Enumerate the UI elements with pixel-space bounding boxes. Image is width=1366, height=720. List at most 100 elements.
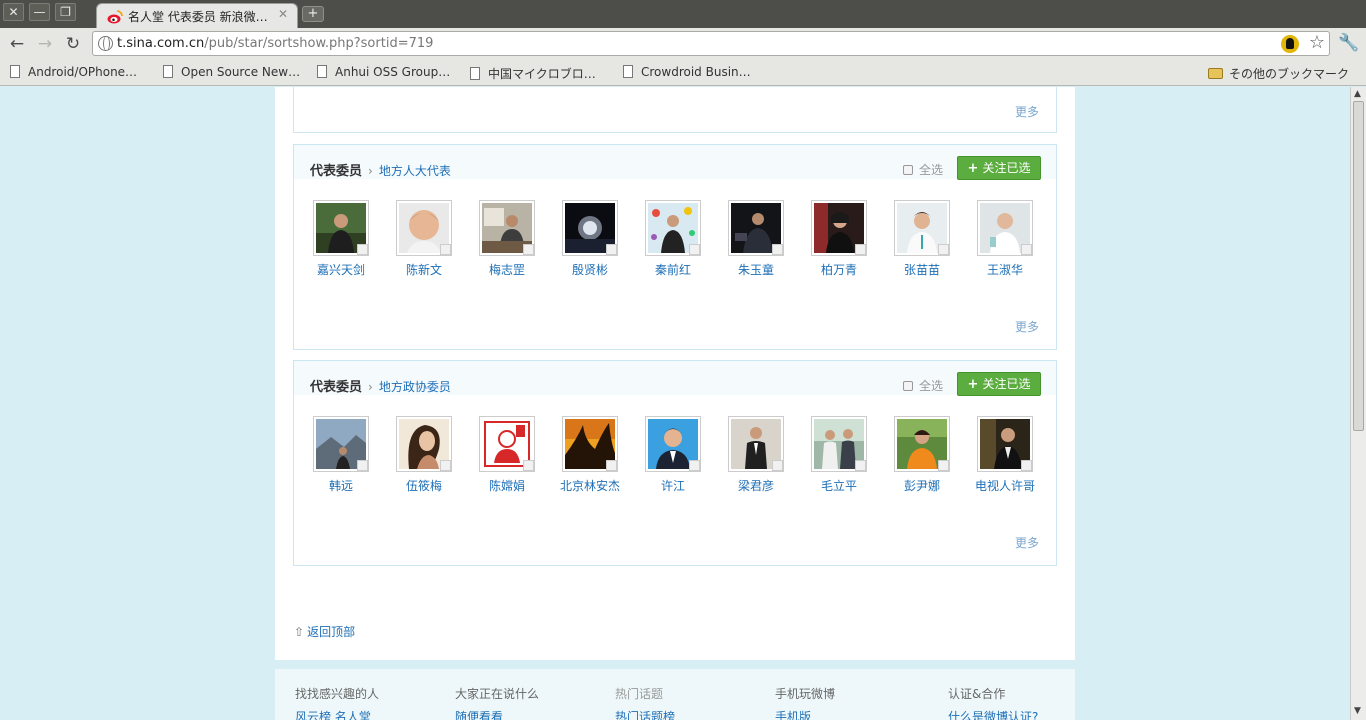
scroll-down-icon[interactable]: ▼ bbox=[1354, 706, 1361, 716]
avatar[interactable] bbox=[894, 416, 950, 472]
select-all-checkbox[interactable]: 全选 bbox=[903, 161, 943, 178]
avatar[interactable] bbox=[313, 200, 369, 256]
user-name-link[interactable]: 柏万青 bbox=[799, 261, 879, 278]
user-name-link[interactable]: 朱玉童 bbox=[716, 261, 796, 278]
user-name-link[interactable]: 梁君彦 bbox=[716, 477, 796, 494]
user-name-link[interactable]: 彭尹娜 bbox=[882, 477, 962, 494]
user-name-link[interactable]: 张苗苗 bbox=[882, 261, 962, 278]
user-name-link[interactable]: 北京林安杰 bbox=[550, 477, 630, 494]
user-name-link[interactable]: 嘉兴天剑 bbox=[301, 261, 381, 278]
avatar[interactable] bbox=[479, 416, 535, 472]
user-card[interactable]: 殷贤彬 bbox=[550, 200, 630, 278]
avatar[interactable] bbox=[977, 416, 1033, 472]
more-link[interactable]: 更多 bbox=[1015, 318, 1039, 335]
select-checkbox[interactable] bbox=[1021, 244, 1032, 255]
vertical-scrollbar[interactable]: ▲ ▼ bbox=[1350, 87, 1366, 720]
bookmark-item[interactable]: Android/OPhone… bbox=[10, 65, 137, 79]
select-checkbox[interactable] bbox=[440, 460, 451, 471]
back-to-top-link[interactable]: ⇧ 返回顶部 bbox=[294, 623, 355, 640]
user-name-link[interactable]: 电视人许哥 bbox=[965, 477, 1045, 494]
avatar[interactable] bbox=[811, 200, 867, 256]
avatar[interactable] bbox=[977, 200, 1033, 256]
avatar[interactable] bbox=[396, 416, 452, 472]
user-name-link[interactable]: 陈新文 bbox=[384, 261, 464, 278]
bookmark-item[interactable]: Anhui OSS Group… bbox=[317, 65, 450, 79]
select-checkbox[interactable] bbox=[689, 460, 700, 471]
user-card[interactable]: 陈嫦娟 bbox=[467, 416, 547, 494]
bookmark-item[interactable]: Crowdroid Busin… bbox=[623, 65, 751, 79]
new-tab-button[interactable]: + bbox=[302, 6, 324, 22]
subcategory-link[interactable]: 地方政协委员 bbox=[379, 380, 451, 394]
avatar[interactable] bbox=[396, 200, 452, 256]
select-checkbox[interactable] bbox=[606, 460, 617, 471]
user-card[interactable]: 许江 bbox=[633, 416, 713, 494]
user-name-link[interactable]: 毛立平 bbox=[799, 477, 879, 494]
user-name-link[interactable]: 伍筱梅 bbox=[384, 477, 464, 494]
user-name-link[interactable]: 许江 bbox=[633, 477, 713, 494]
select-checkbox[interactable] bbox=[855, 244, 866, 255]
browser-tab[interactable]: 名人堂 代表委员 新浪微… ✕ bbox=[96, 3, 298, 28]
footer-link[interactable]: 什么是微博认证? bbox=[948, 708, 1038, 720]
bookmark-star-icon[interactable]: ☆ bbox=[1309, 32, 1325, 53]
scroll-up-icon[interactable]: ▲ bbox=[1354, 89, 1361, 99]
avatar[interactable] bbox=[728, 416, 784, 472]
user-card[interactable]: 北京林安杰 bbox=[550, 416, 630, 494]
bookmark-item[interactable]: 中国マイクロブロ… bbox=[470, 65, 596, 82]
user-card[interactable]: 毛立平 bbox=[799, 416, 879, 494]
select-checkbox[interactable] bbox=[440, 244, 451, 255]
subcategory-link[interactable]: 地方人大代表 bbox=[379, 164, 451, 178]
select-checkbox[interactable] bbox=[938, 460, 949, 471]
footer-link[interactable]: 手机版 bbox=[775, 708, 835, 720]
user-card[interactable]: 王淑华 bbox=[965, 200, 1045, 278]
select-checkbox[interactable] bbox=[357, 460, 368, 471]
reload-icon[interactable]: ↻ bbox=[63, 34, 83, 54]
user-card[interactable]: 彭尹娜 bbox=[882, 416, 962, 494]
select-checkbox[interactable] bbox=[1021, 460, 1032, 471]
select-checkbox[interactable] bbox=[772, 460, 783, 471]
forward-icon[interactable]: → bbox=[35, 34, 55, 54]
user-card[interactable]: 秦前红 bbox=[633, 200, 713, 278]
back-icon[interactable]: ← bbox=[7, 34, 27, 54]
avatar[interactable] bbox=[645, 200, 701, 256]
user-name-link[interactable]: 秦前红 bbox=[633, 261, 713, 278]
user-card[interactable]: 柏万青 bbox=[799, 200, 879, 278]
select-checkbox[interactable] bbox=[689, 244, 700, 255]
select-checkbox[interactable] bbox=[357, 244, 368, 255]
select-checkbox[interactable] bbox=[523, 460, 534, 471]
user-card[interactable]: 陈新文 bbox=[384, 200, 464, 278]
follow-selected-button[interactable]: + 关注已选 bbox=[957, 156, 1041, 180]
avatar[interactable] bbox=[894, 200, 950, 256]
user-name-link[interactable]: 殷贤彬 bbox=[550, 261, 630, 278]
follow-selected-button[interactable]: + 关注已选 bbox=[957, 372, 1041, 396]
other-bookmarks[interactable]: その他のブックマーク bbox=[1208, 65, 1349, 82]
select-checkbox[interactable] bbox=[938, 244, 949, 255]
select-all-checkbox[interactable]: 全选 bbox=[903, 377, 943, 394]
maximize-window-button[interactable]: ❐ bbox=[55, 3, 76, 21]
more-link[interactable]: 更多 bbox=[1015, 103, 1039, 120]
bookmark-item[interactable]: Open Source New… bbox=[163, 65, 300, 79]
minimize-window-button[interactable]: — bbox=[29, 3, 50, 21]
user-card[interactable]: 张苗苗 bbox=[882, 200, 962, 278]
avatar[interactable] bbox=[728, 200, 784, 256]
close-window-button[interactable]: ✕ bbox=[3, 3, 24, 21]
user-card[interactable]: 电视人许哥 bbox=[965, 416, 1045, 494]
user-card[interactable]: 梅志罡 bbox=[467, 200, 547, 278]
user-name-link[interactable]: 韩远 bbox=[301, 477, 381, 494]
user-card[interactable]: 嘉兴天剑 bbox=[301, 200, 381, 278]
select-checkbox[interactable] bbox=[772, 244, 783, 255]
user-card[interactable]: 韩远 bbox=[301, 416, 381, 494]
select-checkbox[interactable] bbox=[523, 244, 534, 255]
user-name-link[interactable]: 王淑华 bbox=[965, 261, 1045, 278]
tab-close-icon[interactable]: ✕ bbox=[278, 7, 288, 21]
wrench-icon[interactable]: 🔧 bbox=[1338, 33, 1359, 53]
user-card[interactable]: 朱玉童 bbox=[716, 200, 796, 278]
user-card[interactable]: 伍筱梅 bbox=[384, 416, 464, 494]
footer-link[interactable]: 风云榜 名人堂 bbox=[295, 708, 379, 720]
avatar[interactable] bbox=[645, 416, 701, 472]
address-bar[interactable]: t.sina.com.cn/pub/star/sortshow.php?sort… bbox=[92, 31, 1330, 56]
extension-icon[interactable] bbox=[1281, 35, 1299, 53]
footer-link[interactable]: 热门话题榜 bbox=[615, 708, 675, 720]
user-name-link[interactable]: 陈嫦娟 bbox=[467, 477, 547, 494]
select-checkbox[interactable] bbox=[606, 244, 617, 255]
user-card[interactable]: 梁君彦 bbox=[716, 416, 796, 494]
